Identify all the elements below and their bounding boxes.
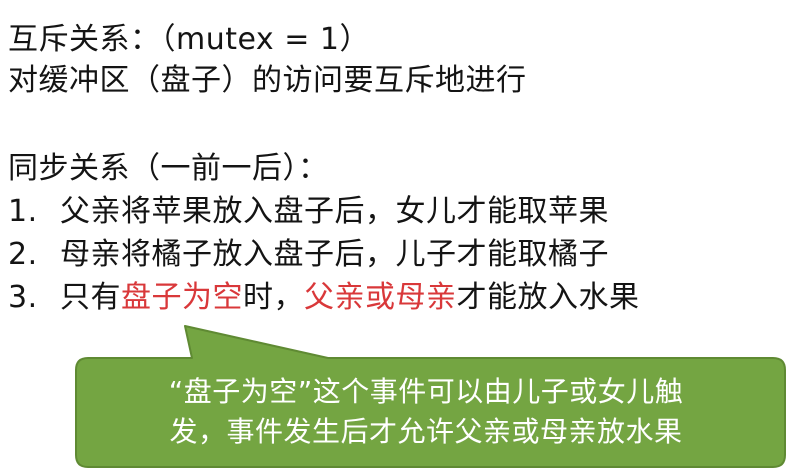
slide: 互斥关系：（mutex = 1） 对缓冲区（盘子）的访问要互斥地进行 同步关系（… [0,0,807,471]
callout-line-1: “盘子为空”这个事件可以由儿子或女儿触 [168,375,684,408]
callout-text: “盘子为空”这个事件可以由儿子或女儿触 发，事件发生后才允许父亲或母亲放水果 [76,372,776,452]
callout-line-2: 发，事件发生后才允许父亲或母亲放水果 [169,415,683,448]
